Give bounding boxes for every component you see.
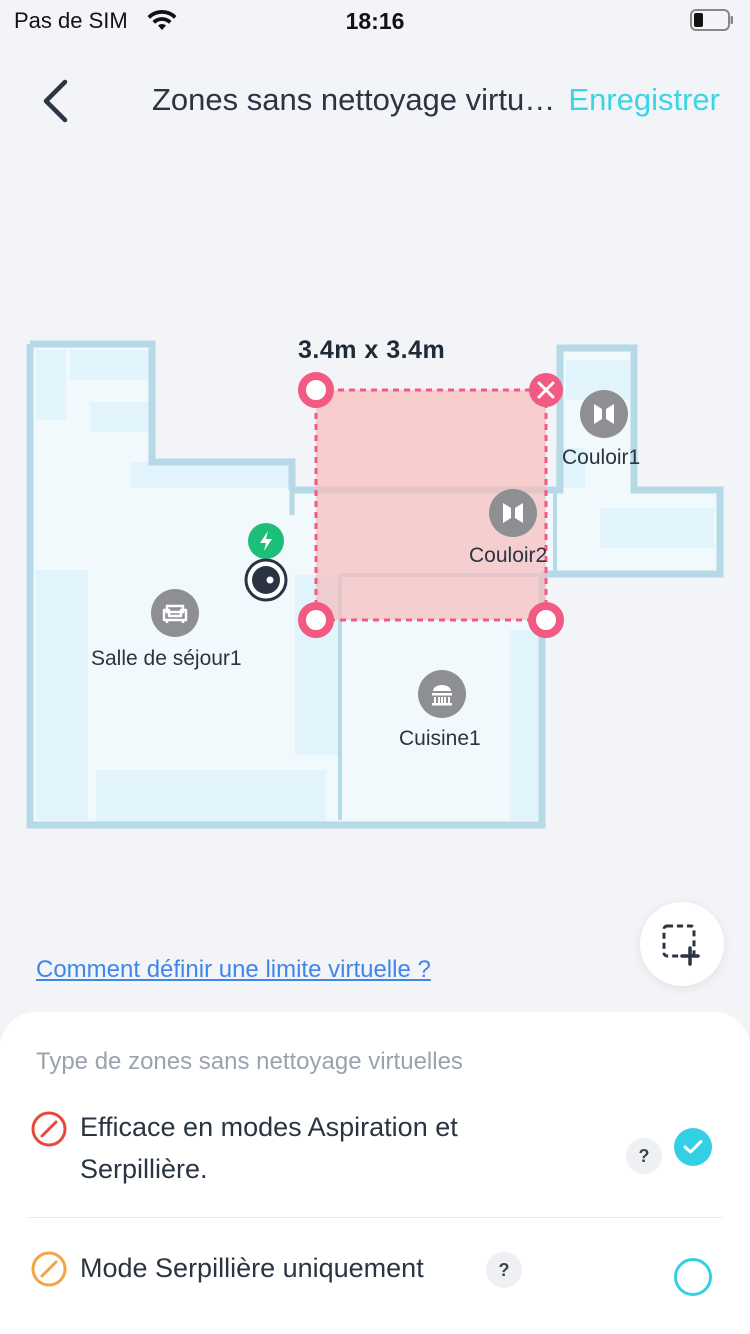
floor-plan [26,340,724,829]
delete-zone-button[interactable] [529,373,563,407]
radio-unchecked[interactable] [674,1258,712,1296]
option-label: Efficace en modes Aspiration et Serpilli… [80,1112,458,1184]
map-view[interactable]: 3.4m x 3.4m Couloir1 Couloir2 Salle de s… [0,330,750,850]
radio-checked[interactable] [674,1128,712,1166]
room-label-salle-de-sejour1: Salle de séjour1 [91,647,242,670]
back-button[interactable] [32,76,82,126]
sofa-icon[interactable] [151,589,199,637]
door-icon[interactable] [489,489,537,537]
nav-bar: Zones sans nettoyage virtuelles Enregist… [0,64,750,134]
section-title: Type de zones sans nettoyage virtuelles [36,1048,463,1075]
page-title: Zones sans nettoyage virtuelles [152,82,572,117]
door-icon[interactable] [580,390,628,438]
check-icon [683,1140,703,1154]
robot-icon [244,558,288,602]
option-vacuum-and-mop[interactable]: Efficace en modes Aspiration et Serpilli… [28,1102,722,1218]
zone-resize-handle[interactable] [300,374,332,406]
room-label-couloir2: Couloir2 [469,544,548,567]
help-link[interactable]: Comment définir une limite virtuelle ? [36,956,431,984]
room-label-couloir1: Couloir1 [562,446,641,469]
clock: 18:16 [345,8,405,34]
option-mop-only[interactable]: Mode Serpillière uniquement ? [28,1232,722,1312]
no-entry-icon [30,1110,68,1153]
kitchen-icon[interactable] [418,670,466,718]
chevron-left-icon [43,79,68,123]
room-label-cuisine1: Cuisine1 [399,727,481,750]
help-icon[interactable]: ? [626,1138,662,1174]
add-zone-icon [662,924,700,966]
help-icon[interactable]: ? [486,1252,522,1288]
zone-resize-handle[interactable] [530,604,562,636]
bottom-sheet: Type de zones sans nettoyage virtuelles … [0,1012,750,1334]
zone-resize-handle[interactable] [300,604,332,636]
option-label: Mode Serpillière uniquement [80,1253,424,1283]
charging-icon [248,523,284,559]
add-zone-button[interactable] [640,902,724,986]
zone-size-label: 3.4m x 3.4m [298,336,446,364]
no-entry-icon [30,1250,68,1293]
battery-icon [690,9,734,36]
status-bar: Pas de SIM 18:16 [0,0,750,44]
save-button[interactable]: Enregistrer [568,82,720,118]
